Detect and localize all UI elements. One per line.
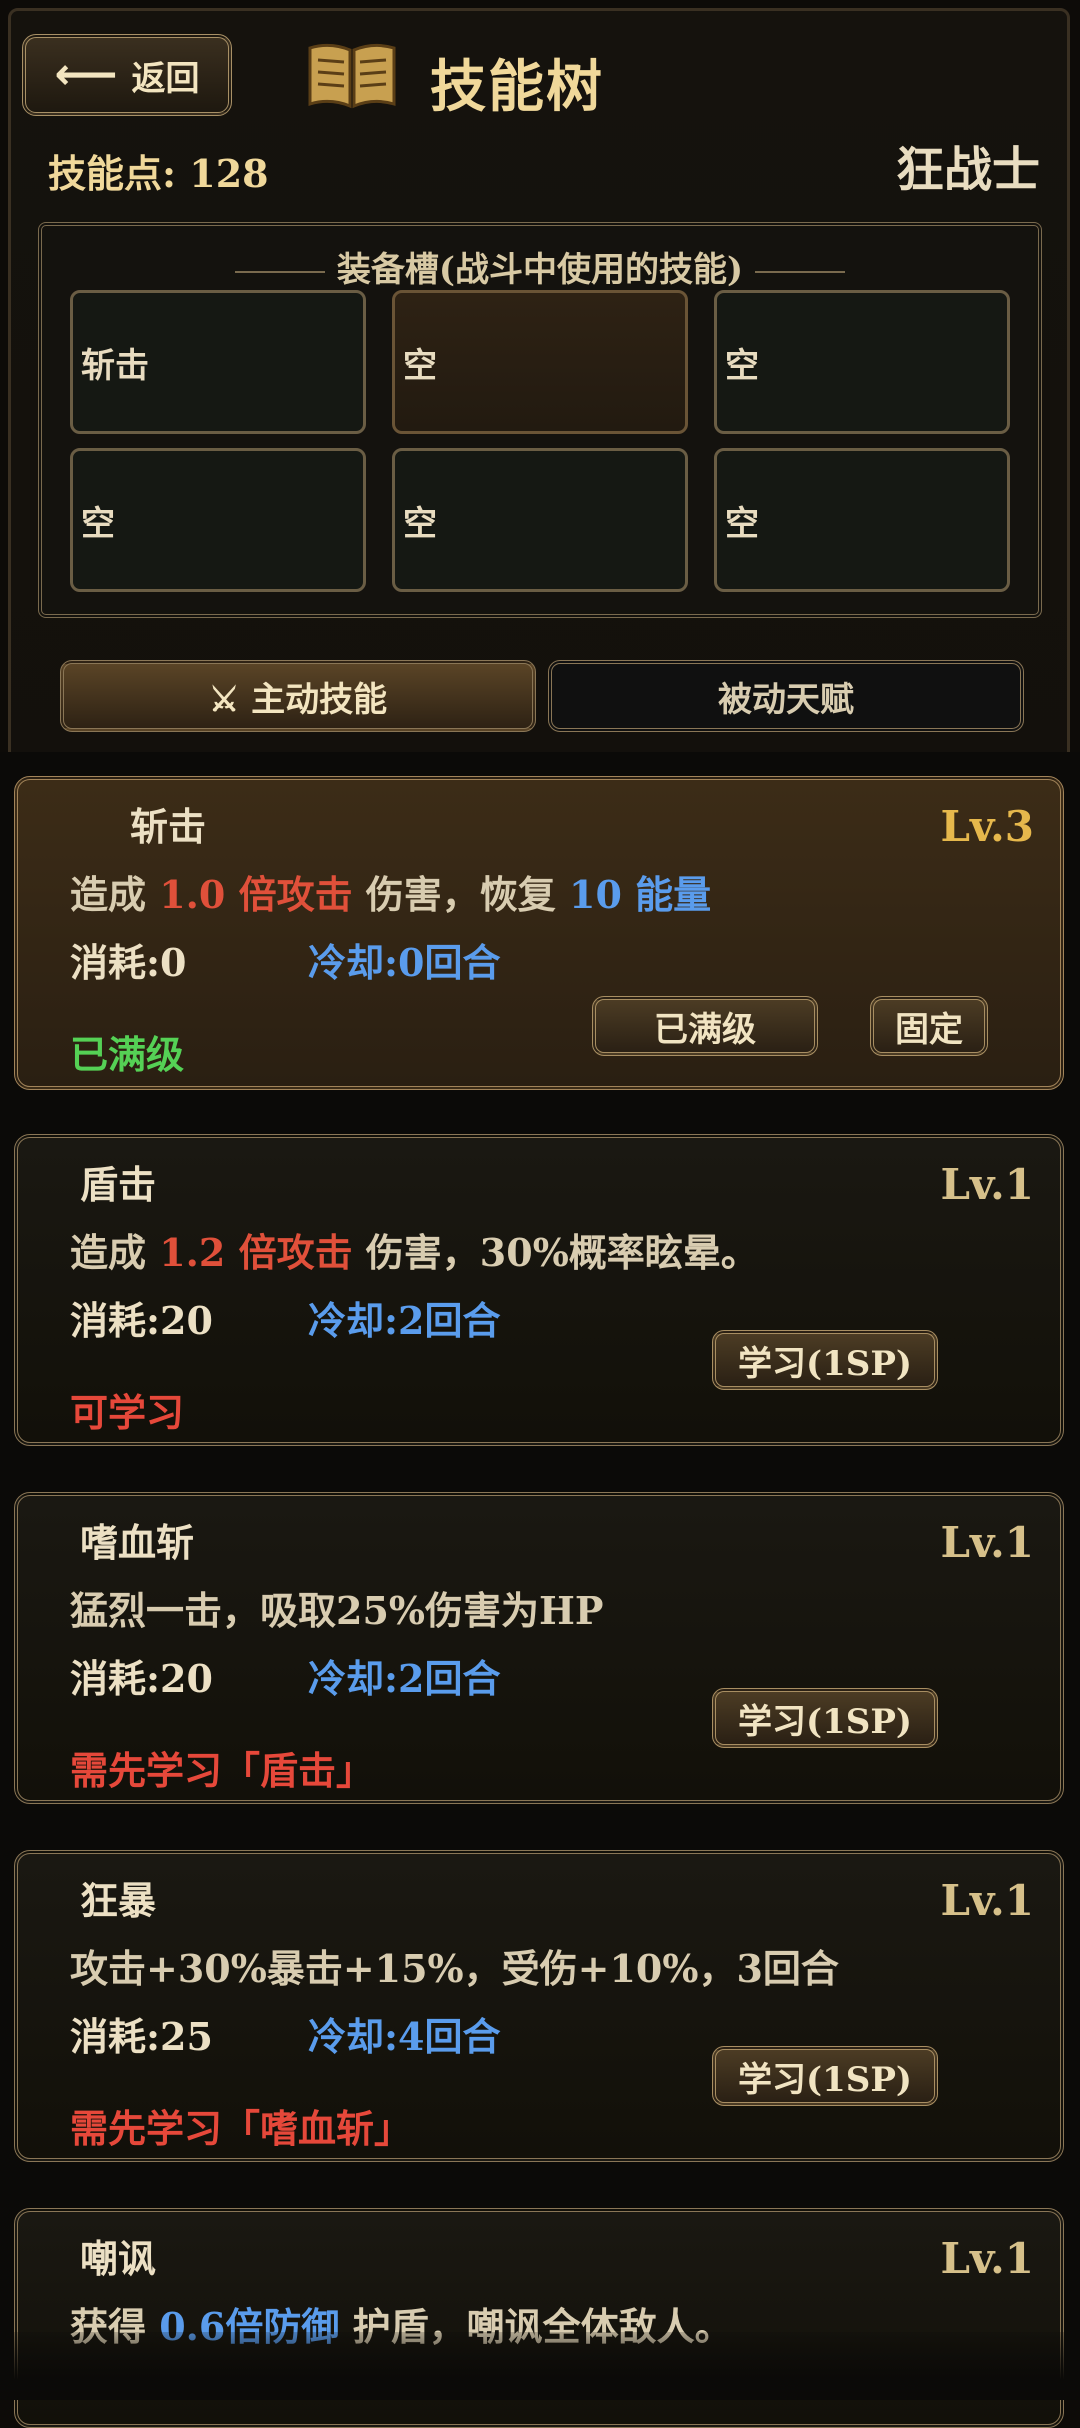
- equip-title: 装备槽(战斗中使用的技能): [42, 242, 1038, 291]
- skill-points: 技能点: 128: [48, 151, 269, 196]
- skill-level: Lv.1: [940, 1518, 1034, 1567]
- skill-card[interactable]: 盾击 Lv.1 造成 1.2 倍攻击 伤害，30%概率眩晕。 消耗:20 冷却:…: [14, 1134, 1064, 1446]
- desc-highlight: 10 能量: [569, 872, 712, 917]
- equip-title-text: 装备槽(战斗中使用的技能): [336, 250, 744, 290]
- tab-active-skills[interactable]: ⚔ 主动技能: [60, 660, 536, 732]
- skill-card[interactable]: 狂暴 Lv.1 攻击+30%暴击+15%，受伤+10%，3回合 消耗:25 冷却…: [14, 1850, 1064, 2162]
- skill-name: 嗜血斩: [80, 1520, 195, 1565]
- book-icon: [308, 43, 396, 109]
- learn-button[interactable]: 学习(1SP): [712, 1330, 938, 1390]
- tab-passive-talents[interactable]: 被动天赋: [548, 660, 1024, 732]
- desc-text: 伤害，30%概率眩晕。: [352, 1230, 759, 1275]
- skill-level: Lv.3: [940, 802, 1034, 851]
- page-title: 技能树: [430, 54, 604, 120]
- skill-status: 需先学习「盾击」: [70, 1748, 375, 1793]
- desc-text: 造成: [70, 1230, 160, 1275]
- skill-description: 攻击+30%暴击+15%，受伤+10%，3回合: [70, 1946, 839, 1991]
- back-label: 返回: [131, 58, 200, 99]
- maxed-button[interactable]: 已满级: [592, 996, 818, 1056]
- skill-cooldown: 冷却:2回合: [308, 1656, 501, 1701]
- back-button[interactable]: ⟵ 返回: [22, 34, 232, 116]
- skill-description: 猛烈一击，吸取25%伤害为HP: [70, 1588, 604, 1633]
- skill-cooldown: 冷却:2回合: [308, 1298, 501, 1343]
- skill-level: Lv.1: [940, 1876, 1034, 1925]
- skill-level: Lv.1: [940, 2234, 1034, 2283]
- equip-slot-5[interactable]: 空: [392, 448, 688, 592]
- skill-status: 可学习: [70, 1390, 185, 1435]
- divider: [755, 271, 846, 273]
- skill-name: 嘲讽: [80, 2236, 157, 2281]
- skill-cooldown: 冷却:0回合: [308, 940, 501, 985]
- equip-slot-4[interactable]: 空: [70, 448, 366, 592]
- skill-description: 造成 1.2 倍攻击 伤害，30%概率眩晕。: [70, 1222, 759, 1277]
- skill-cost: 消耗:25: [70, 2014, 213, 2059]
- skill-name: 盾击: [80, 1162, 157, 1207]
- skill-status: 已满级: [70, 1032, 185, 1077]
- skill-name: 狂暴: [80, 1878, 157, 1923]
- divider: [234, 271, 325, 273]
- skill-cost: 消耗:20: [70, 1656, 213, 1701]
- skill-cooldown: 冷却:4回合: [308, 2014, 501, 2059]
- desc-text: 伤害，恢复: [352, 872, 570, 917]
- learn-button[interactable]: 学习(1SP): [712, 1688, 938, 1748]
- bottom-fade: [0, 2332, 1080, 2400]
- skill-card[interactable]: 斩击 Lv.3 造成 1.0 倍攻击 伤害，恢复 10 能量 消耗:0 冷却:0…: [14, 776, 1064, 1090]
- skill-status: 需先学习「嗜血斩」: [70, 2106, 413, 2151]
- desc-highlight: 1.2 倍攻击: [159, 1230, 353, 1275]
- equip-slot-2[interactable]: 空: [392, 290, 688, 434]
- skill-card[interactable]: 嗜血斩 Lv.1 猛烈一击，吸取25%伤害为HP 消耗:20 冷却:2回合 需先…: [14, 1492, 1064, 1804]
- class-name: 狂战士: [895, 142, 1040, 198]
- desc-highlight: 1.0 倍攻击: [159, 872, 353, 917]
- equip-slot-3[interactable]: 空: [714, 290, 1010, 434]
- skill-cost: 消耗:0: [70, 940, 187, 985]
- pin-button[interactable]: 固定: [870, 996, 988, 1056]
- equip-panel: 装备槽(战斗中使用的技能) 斩击 空 空 空 空 空: [38, 222, 1042, 618]
- equip-slot-6[interactable]: 空: [714, 448, 1010, 592]
- skill-name: 斩击: [130, 804, 207, 849]
- skill-description: 造成 1.0 倍攻击 伤害，恢复 10 能量: [70, 864, 711, 919]
- equip-slot-1[interactable]: 斩击: [70, 290, 366, 434]
- desc-text: 造成: [70, 872, 160, 917]
- learn-button[interactable]: 学习(1SP): [712, 2046, 938, 2106]
- back-arrow-icon: ⟵: [54, 49, 118, 100]
- skill-cost: 消耗:20: [70, 1298, 213, 1343]
- skill-level: Lv.1: [940, 1160, 1034, 1209]
